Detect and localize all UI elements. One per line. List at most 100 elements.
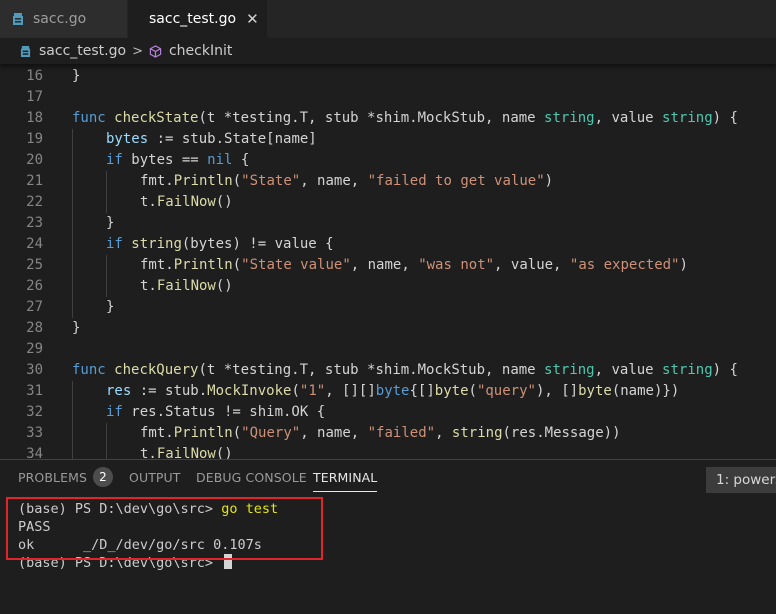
indent-guide: [72, 381, 73, 402]
code-token: (): [215, 446, 233, 459]
code-token: bytes ==: [122, 152, 208, 168]
code-token: (t *testing.T, stub *shim.MockStub, name: [198, 362, 545, 378]
indent-guide: [106, 444, 107, 459]
go-file-icon: [13, 13, 23, 25]
code-text: fmt.Println("Query", name, "failed", str…: [140, 423, 621, 444]
tab-debug-console[interactable]: DEBUG CONSOLE: [196, 460, 307, 496]
breadcrumb: sacc_test.go > checkInit: [0, 38, 776, 64]
code-token: byte: [578, 383, 612, 399]
code-line: 31 res := stub.MockInvoke("1", [][]byte{[…: [0, 381, 776, 402]
code-token: "query": [476, 383, 536, 399]
cube-icon: [149, 44, 162, 58]
code-line: 16}: [0, 66, 776, 87]
tab-label: PROBLEMS: [18, 470, 88, 485]
line-number: 33: [26, 425, 43, 441]
code-token: byte: [434, 383, 469, 399]
tab-output[interactable]: OUTPUT: [129, 460, 181, 496]
code-token: }: [106, 299, 115, 315]
indent-guide: [106, 423, 107, 444]
code-text: func checkQuery(t *testing.T, stub *shim…: [72, 360, 738, 381]
code-token: string: [544, 110, 595, 126]
chevron-right-icon: >: [132, 43, 143, 59]
code-token: (t *testing.T, stub *shim.MockStub, name: [198, 110, 545, 126]
code-text: res := stub.MockInvoke("1", [][]byte{[]b…: [106, 381, 679, 402]
code-line: 29: [0, 339, 776, 360]
line-number: 31: [26, 383, 43, 399]
tab-sacc-go[interactable]: sacc.go: [0, 0, 128, 38]
line-number: 18: [26, 110, 43, 126]
code-token: "failed": [367, 425, 436, 441]
code-line: 17: [0, 87, 776, 108]
line-number: 34: [26, 446, 43, 459]
code-line: 19 bytes := stub.State[name]: [0, 129, 776, 150]
indent-guide: [106, 192, 107, 213]
code-line: 23}: [0, 213, 776, 234]
go-file-icon: [20, 45, 31, 57]
indent-guide: [106, 255, 107, 276]
code-token: ) {: [712, 110, 738, 126]
code-token: ,: [435, 425, 452, 441]
indent-guide: [106, 171, 107, 192]
code-token: "was not": [418, 257, 495, 273]
code-token: ) {: [712, 362, 738, 378]
code-token: "State value": [241, 257, 351, 273]
code-token: {[]: [409, 383, 435, 399]
editor-tab-bar: sacc.go sacc_test.go ✕: [0, 0, 776, 38]
code-text: fmt.Println("State value", name, "was no…: [140, 255, 688, 276]
code-token: Println: [173, 425, 233, 441]
code-token: res: [106, 383, 132, 399]
line-number: 28: [26, 320, 43, 336]
indent-guide: [72, 276, 73, 297]
code-token: bytes: [106, 131, 149, 147]
code-line: 27}: [0, 297, 776, 318]
line-number: 24: [26, 236, 43, 252]
code-text: }: [106, 213, 114, 234]
code-line: 25 fmt.Println("State value", name, "was …: [0, 255, 776, 276]
code-line: 33 fmt.Println("Query", name, "failed", s…: [0, 423, 776, 444]
terminal-selector[interactable]: 1: powershell: [706, 467, 776, 493]
code-line: 28}: [0, 318, 776, 339]
code-text: if bytes == nil {: [106, 150, 249, 171]
code-line: 32 if res.Status != shim.OK {: [0, 402, 776, 423]
code-token: }: [106, 215, 115, 231]
bottom-panel: PROBLEMS 2 OUTPUT DEBUG CONSOLE TERMINAL …: [0, 459, 776, 614]
indent-guide: [72, 234, 73, 255]
tab-sacc-test-go[interactable]: sacc_test.go ✕: [128, 0, 268, 38]
code-text: if res.Status != shim.OK {: [106, 402, 325, 423]
code-token: checkQuery: [114, 362, 199, 378]
line-number: 32: [26, 404, 43, 420]
code-line: 26 t.FailNow(): [0, 276, 776, 297]
breadcrumb-file[interactable]: sacc_test.go: [39, 43, 126, 59]
code-token: string: [662, 110, 713, 126]
code-token: "1": [299, 383, 326, 399]
tab-label: sacc.go: [33, 11, 87, 27]
breadcrumb-symbol[interactable]: checkInit: [169, 43, 232, 59]
tab-problems[interactable]: PROBLEMS 2: [18, 460, 114, 496]
code-token: "failed to get value": [367, 173, 545, 189]
code-token: string: [131, 236, 182, 252]
code-token: func: [72, 362, 106, 378]
highlight-annotation-box: [6, 497, 323, 560]
indent-guide: [72, 255, 73, 276]
code-text: func checkState(t *testing.T, stub *shim…: [72, 108, 738, 129]
code-token: t.: [140, 194, 157, 210]
code-token: FailNow: [156, 194, 216, 210]
tab-label: OUTPUT: [129, 470, 181, 485]
code-token: ): [544, 173, 554, 189]
code-token: if: [106, 152, 123, 168]
tab-terminal[interactable]: TERMINAL: [313, 460, 378, 496]
close-icon[interactable]: ✕: [246, 11, 259, 27]
code-token: (: [291, 383, 300, 399]
line-number: 29: [26, 341, 43, 357]
code-token: }: [72, 68, 81, 84]
code-line: 30 func checkQuery(t *testing.T, stub *sh…: [0, 360, 776, 381]
code-line: 22 t.FailNow(): [0, 192, 776, 213]
code-token: {: [232, 152, 250, 168]
code-line: 34 t.FailNow(): [0, 444, 776, 459]
code-token: if: [106, 404, 123, 420]
indent-guide: [72, 192, 73, 213]
code-editor[interactable]: 16} 17 18 func checkState(t *testing.T, stu…: [0, 64, 776, 459]
tab-label: DEBUG CONSOLE: [196, 470, 307, 485]
line-number: 30: [26, 362, 43, 378]
